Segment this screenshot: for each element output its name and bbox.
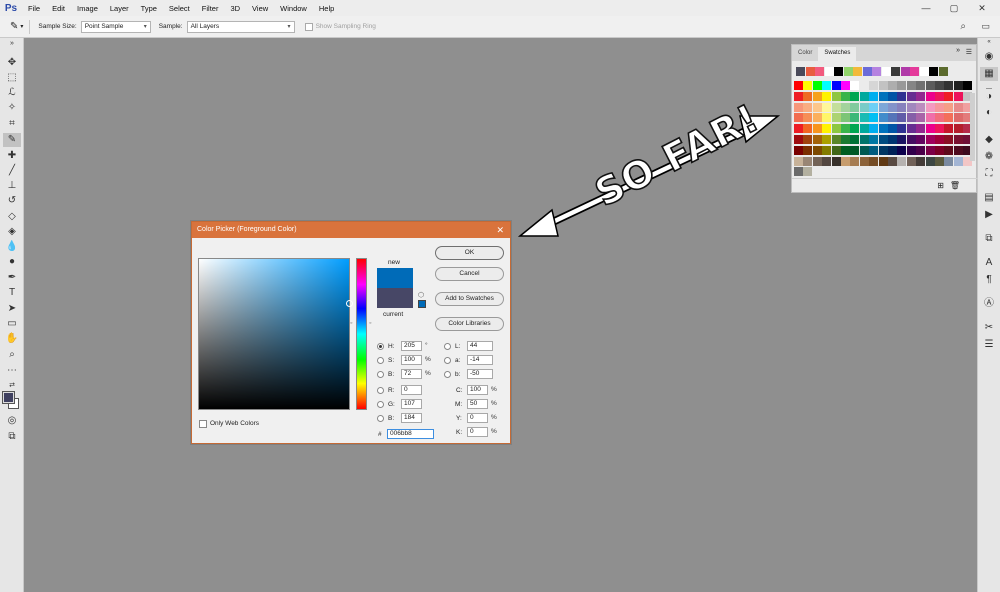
double-arrow-annotation: [517, 115, 781, 237]
